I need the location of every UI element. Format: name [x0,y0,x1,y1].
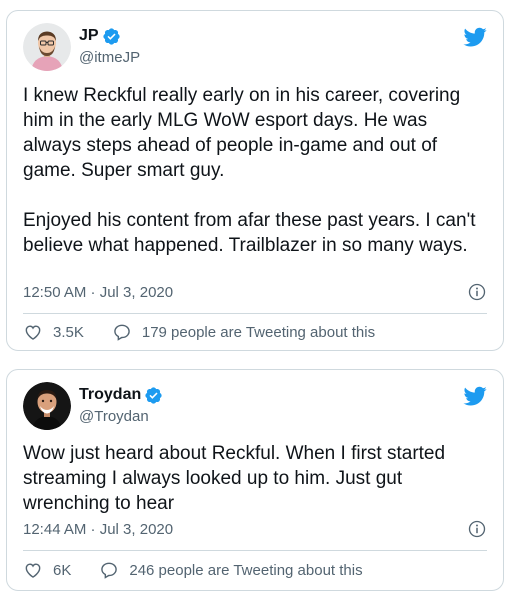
heart-icon [25,325,41,340]
tweet-text: I knew Reckful really early on in his ca… [23,85,476,256]
info-icon[interactable] [467,519,487,539]
tweeting-about-label: 246 people are Tweeting about this [129,561,363,579]
display-name[interactable]: Troydan [79,386,141,404]
divider [23,550,487,551]
like-button[interactable]: 3.5K [23,322,84,342]
timestamp[interactable]: 12:44 AM · Jul 3, 2020 [23,521,173,538]
twitter-bird-icon[interactable] [463,25,487,49]
speech-bubble-icon [101,562,118,579]
avatar[interactable] [23,23,71,71]
info-icon[interactable] [467,282,487,302]
verified-badge-icon [145,386,162,404]
like-count: 3.5K [53,323,84,341]
divider [23,313,487,314]
handle[interactable]: @itmeJP [79,49,140,66]
tweeting-about-link[interactable]: 246 people are Tweeting about this [99,560,363,580]
avatar[interactable] [23,382,71,430]
tweet-card[interactable]: Troydan @Troydan Wow just heard about Re… [6,369,504,591]
twitter-bird-icon[interactable] [463,384,487,408]
timestamp[interactable]: 12:50 AM · Jul 3, 2020 [23,284,173,301]
tweeting-about-label: 179 people are Tweeting about this [141,323,376,341]
speech-bubble-icon [114,324,130,341]
tweeting-about-link[interactable]: 179 people are Tweeting about this [112,322,375,342]
display-name[interactable]: JP [79,27,99,45]
like-button[interactable]: 6K [23,560,71,580]
heart-icon [25,563,41,578]
handle[interactable]: @Troydan [79,408,163,425]
tweet-text: Wow just heard about Reckful. When I fir… [23,443,451,514]
tweet-card[interactable]: JP @itmeJP I knew Reckful really early o… [6,10,504,351]
like-count: 6K [53,561,72,579]
verified-badge-icon [102,27,120,45]
